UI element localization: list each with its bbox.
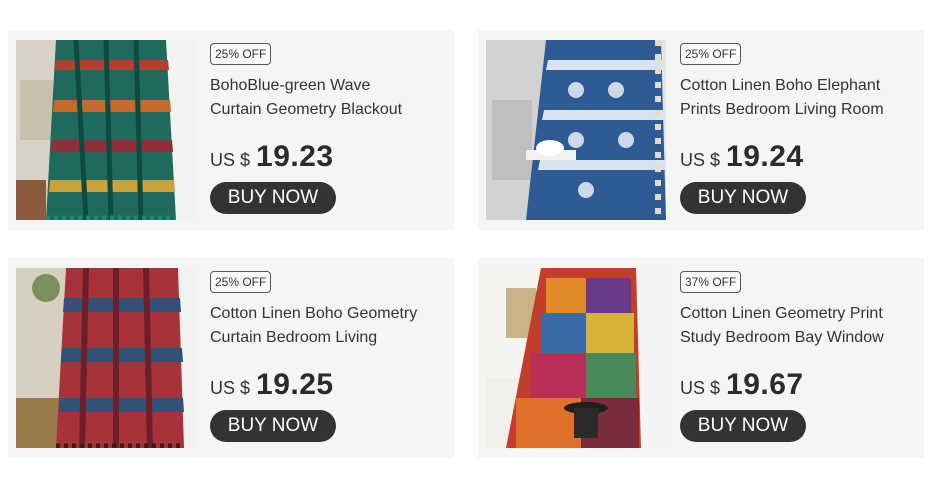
curtain-image-icon	[486, 268, 666, 448]
product-title[interactable]: Cotton Linen Geometry Print Study Bedroo…	[680, 302, 916, 350]
price: US $ 19.67	[680, 368, 804, 402]
product-card[interactable]: 25% OFF Cotton Linen Boho Elephant Print…	[478, 30, 924, 230]
buy-now-button[interactable]: BUY NOW	[210, 182, 336, 214]
product-image[interactable]	[486, 40, 666, 220]
price: US $ 19.24	[680, 140, 804, 174]
price-amount: 19.25	[256, 368, 334, 401]
product-card[interactable]: 25% OFF Cotton Linen Boho Geometry Curta…	[8, 258, 454, 458]
currency-label: US $	[210, 378, 251, 398]
buy-now-button[interactable]: BUY NOW	[680, 410, 806, 442]
discount-badge: 25% OFF	[210, 271, 272, 293]
curtain-image-icon	[486, 40, 666, 220]
product-image[interactable]	[16, 40, 196, 220]
currency-label: US $	[210, 150, 251, 170]
product-card[interactable]: 25% OFF BohoBlue-green Wave Curtain Geom…	[8, 30, 454, 230]
currency-label: US $	[680, 150, 721, 170]
product-title[interactable]: Cotton Linen Boho Elephant Prints Bedroo…	[680, 74, 916, 122]
product-card[interactable]: 37% OFF Cotton Linen Geometry Print Stud…	[478, 258, 924, 458]
discount-badge: 37% OFF	[680, 271, 742, 293]
product-title[interactable]: Cotton Linen Boho Geometry Curtain Bedro…	[210, 302, 446, 350]
product-title[interactable]: BohoBlue-green Wave Curtain Geometry Bla…	[210, 74, 446, 122]
buy-now-button[interactable]: BUY NOW	[210, 410, 336, 442]
curtain-image-icon	[16, 40, 196, 220]
product-image[interactable]	[486, 268, 666, 448]
price: US $ 19.23	[210, 140, 334, 174]
discount-badge: 25% OFF	[210, 43, 272, 65]
price-amount: 19.24	[726, 140, 804, 173]
product-image[interactable]	[16, 268, 196, 448]
price: US $ 19.25	[210, 368, 334, 402]
buy-now-button[interactable]: BUY NOW	[680, 182, 806, 214]
curtain-image-icon	[16, 268, 196, 448]
currency-label: US $	[680, 378, 721, 398]
price-amount: 19.67	[726, 368, 804, 401]
price-amount: 19.23	[256, 140, 334, 173]
discount-badge: 25% OFF	[680, 43, 742, 65]
